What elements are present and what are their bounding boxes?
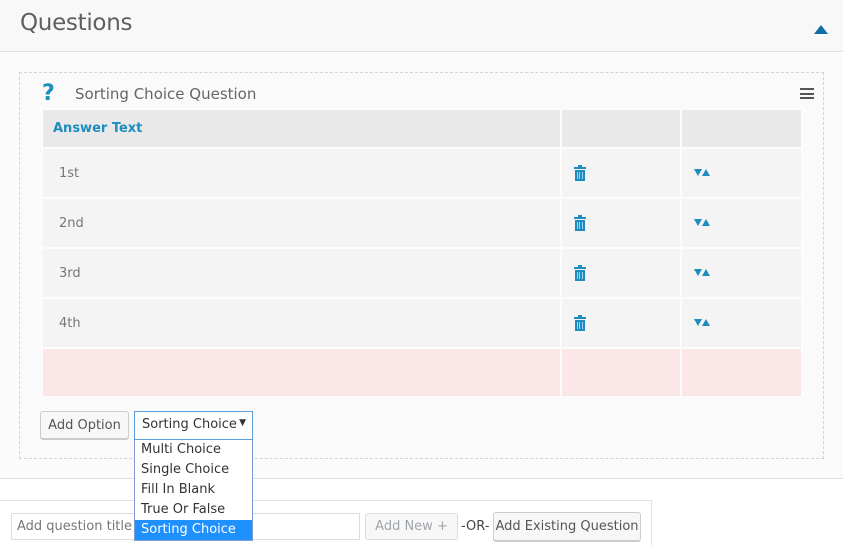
dropdown-option-fill-in-blank[interactable]: Fill In Blank [135,480,252,500]
answer-text-cell[interactable]: 2nd [41,197,562,249]
hamburger-menu-icon[interactable] [800,88,814,99]
add-new-button[interactable]: Add New + [365,513,458,540]
dropdown-option-sorting-choice[interactable]: Sorting Choice [135,520,252,540]
trash-icon[interactable] [573,265,586,281]
answer-text-cell[interactable]: 3rd [41,247,562,299]
table-row: 1st [41,147,803,199]
empty-answer-cell[interactable] [41,347,562,398]
question-mark-icon: ? [42,81,55,106]
questions-body: ? Sorting Choice Question Answer Text 1s… [0,53,843,479]
or-separator: -OR- [461,519,490,534]
page: Questions ? Sorting Choice Question Answ… [0,0,843,545]
table-row: 3rd [41,247,803,299]
add-option-button[interactable]: Add Option [40,411,129,439]
empty-delete-cell [559,347,683,398]
question-type-select[interactable]: Sorting Choice ▼ [134,411,253,440]
question-title[interactable]: Sorting Choice Question [75,85,256,103]
question-type-dropdown: Multi Choice Single Choice Fill In Blank… [134,440,253,541]
column-header-delete [559,108,683,149]
questions-header: Questions [0,0,843,52]
empty-sort-cell [680,347,803,398]
empty-answer-row [41,347,803,398]
sort-cell [680,297,803,349]
column-header-sort [680,108,803,149]
add-question-bar: Add New + -OR- Add Existing Question [0,500,652,545]
trash-icon[interactable] [573,315,586,331]
answer-text-cell[interactable]: 1st [41,147,562,199]
delete-cell [559,297,683,349]
question-type-selected: Sorting Choice [142,417,237,432]
table-row: 2nd [41,197,803,249]
column-header-answer-text: Answer Text [41,108,562,149]
question-item: ? Sorting Choice Question Answer Text 1s… [19,72,824,459]
sort-arrows-icon[interactable] [694,319,712,327]
caret-down-icon: ▼ [239,418,246,428]
sort-cell [680,147,803,199]
add-existing-question-button[interactable]: Add Existing Question [493,512,641,541]
delete-cell [559,247,683,299]
trash-icon[interactable] [573,165,586,181]
section-title: Questions [20,10,133,36]
table-row: 4th [41,297,803,349]
sort-arrows-icon[interactable] [694,269,712,277]
table-header-row: Answer Text [41,108,803,149]
delete-cell [559,197,683,249]
dropdown-option-single-choice[interactable]: Single Choice [135,460,252,480]
sort-cell [680,197,803,249]
sort-arrows-icon[interactable] [694,169,712,177]
triangle-up-icon[interactable] [814,25,828,34]
sort-cell [680,247,803,299]
answer-text-cell[interactable]: 4th [41,297,562,349]
delete-cell [559,147,683,199]
answers-table: Answer Text 1st 2nd 3rd 4th [41,108,803,398]
dropdown-option-multi-choice[interactable]: Multi Choice [135,440,252,460]
dropdown-option-true-or-false[interactable]: True Or False [135,500,252,520]
sort-arrows-icon[interactable] [694,219,712,227]
trash-icon[interactable] [573,215,586,231]
